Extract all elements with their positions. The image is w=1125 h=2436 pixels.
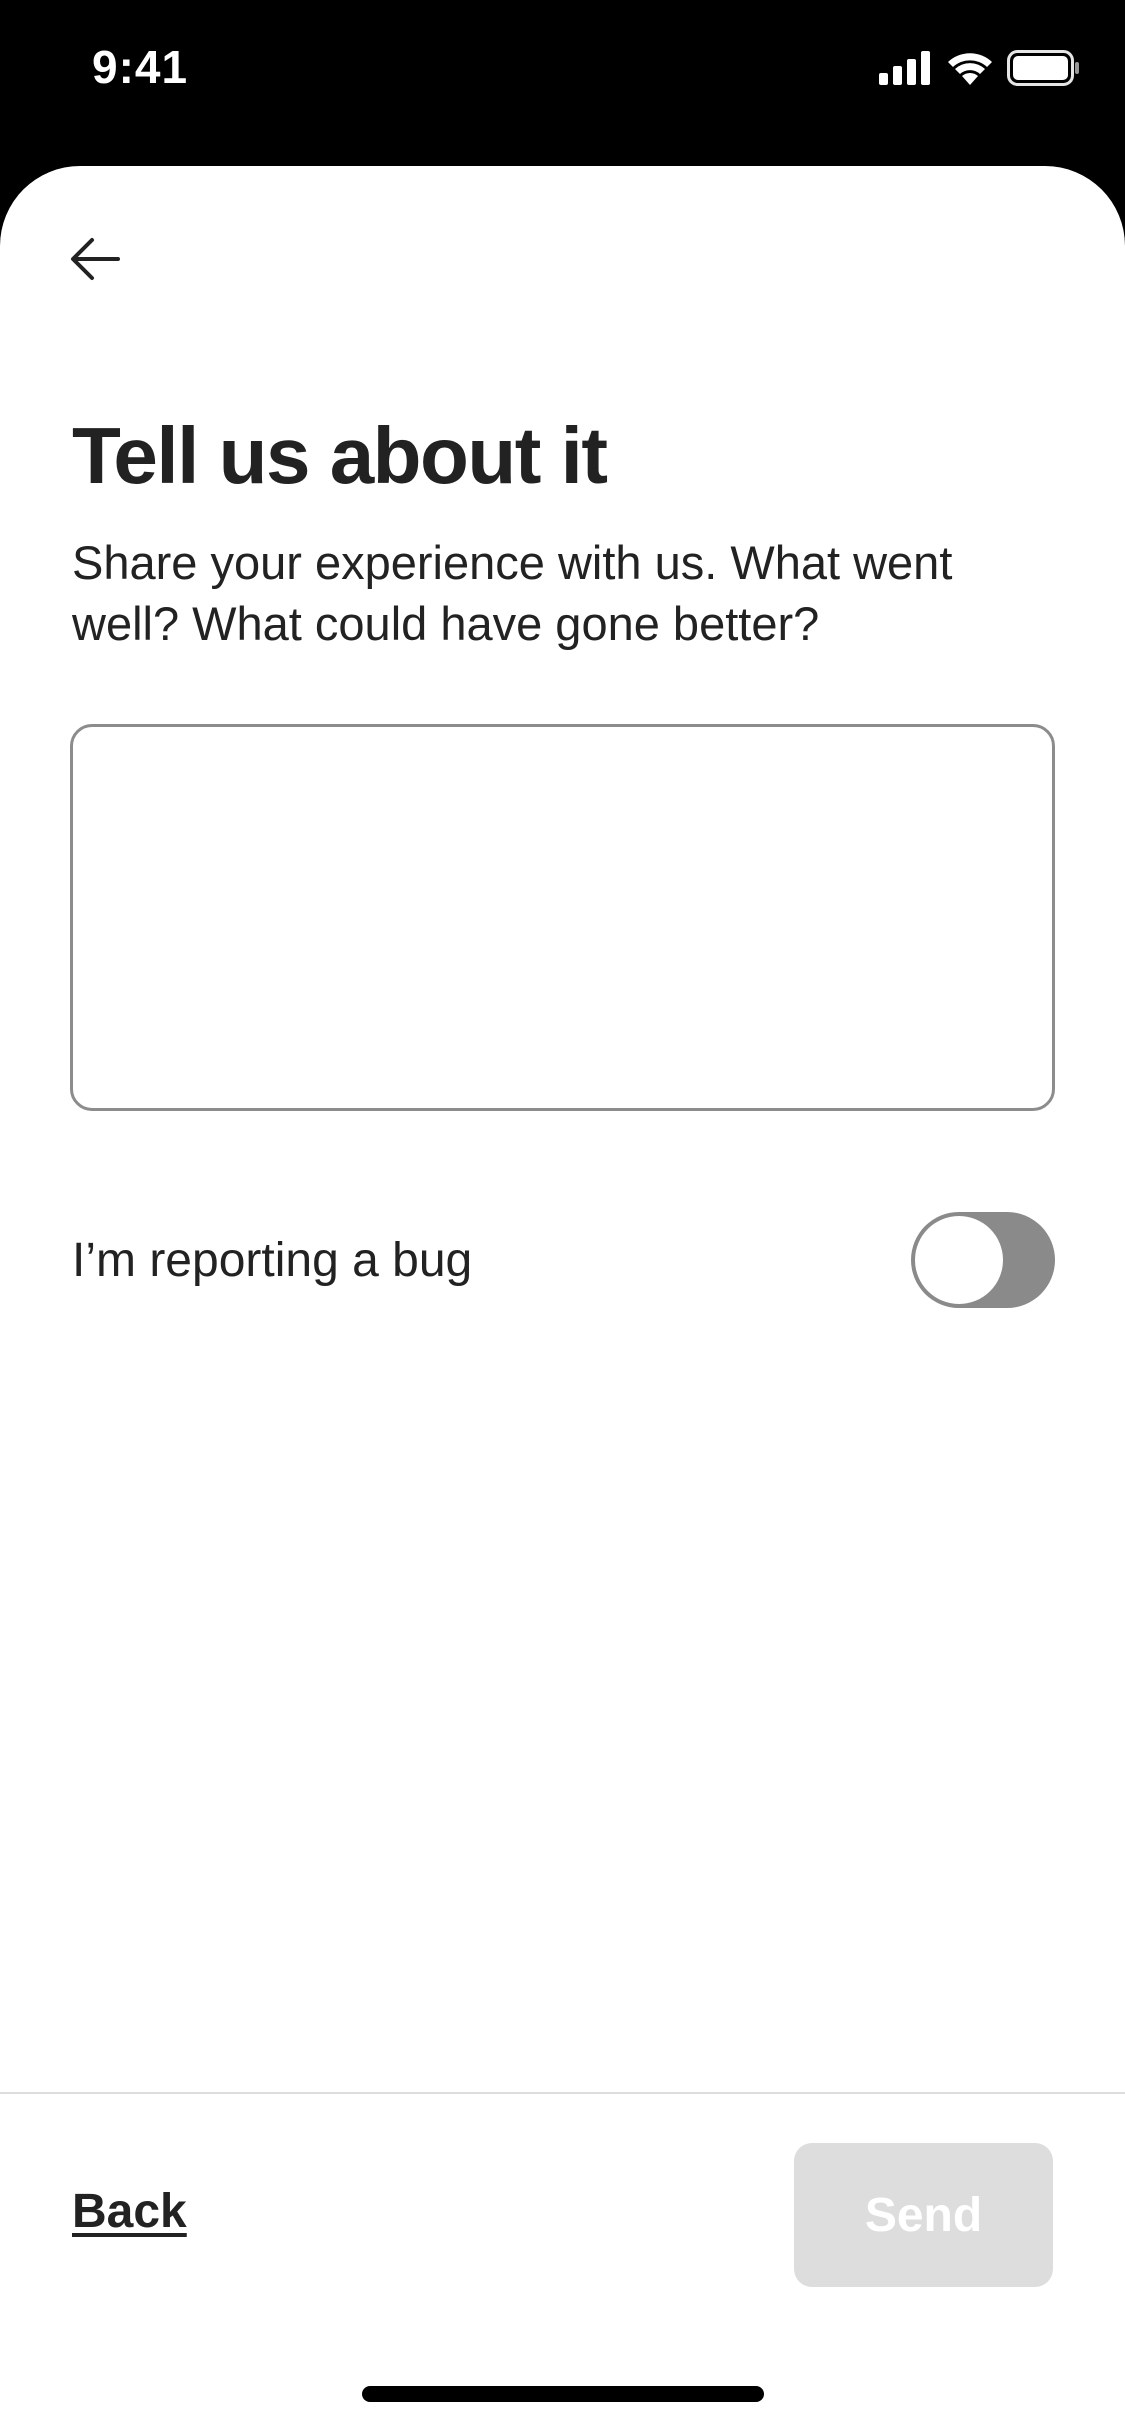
status-bar: 9:41 xyxy=(0,0,1125,168)
page-subtitle: Share your experience with us. What went… xyxy=(72,536,953,650)
feedback-sheet: Tell us about it Share your experience w… xyxy=(0,166,1125,2436)
status-time: 9:41 xyxy=(92,41,189,93)
footer-divider xyxy=(0,2092,1125,2094)
wifi-icon xyxy=(947,51,993,90)
arrow-left-icon[interactable] xyxy=(62,226,128,292)
bug-report-toggle[interactable] xyxy=(911,1212,1055,1308)
back-link[interactable]: Back xyxy=(72,2184,187,2239)
feedback-textarea[interactable] xyxy=(70,724,1055,1111)
battery-icon xyxy=(1007,49,1081,91)
bug-report-row: I’m reporting a bug xyxy=(72,1210,1055,1310)
bug-report-label: I’m reporting a bug xyxy=(72,1233,473,1287)
toggle-knob xyxy=(915,1216,1003,1304)
signal-icon xyxy=(879,50,933,90)
page-title: Tell us about it xyxy=(72,411,608,500)
send-button[interactable]: Send xyxy=(794,2143,1053,2287)
status-icons xyxy=(879,49,1081,91)
home-indicator xyxy=(362,2386,764,2402)
